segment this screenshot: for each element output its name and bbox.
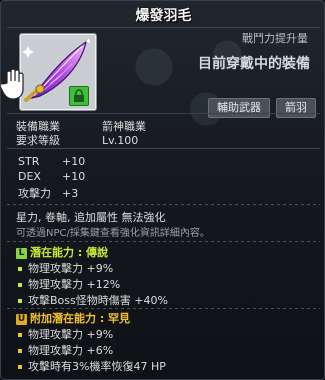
level-requirement-row: 要求等級 Lv.100: [16, 132, 138, 148]
additional-potential-header-text: 附加潛在能力 : 罕見: [30, 312, 131, 325]
additional-potential-line-text: 物理攻擊力 +9%: [28, 328, 114, 341]
stat-name: STR: [18, 155, 40, 168]
additional-potential-line: 攻擊時有3%機率恢復47 HP: [18, 358, 166, 374]
stat-row: STR +10: [18, 155, 85, 168]
item-tooltip: 爆發羽毛 戰鬥力提升量 目前穿戴中的裝備 輔助武器 箭羽 裝備職業 箭神職業 要…: [0, 0, 325, 380]
divider: [7, 27, 320, 28]
bullet-icon: [18, 365, 22, 369]
bullet-icon: [18, 283, 22, 287]
potential-line-text: 物理攻擊力 +12%: [28, 278, 121, 291]
stat-value: +10: [62, 155, 86, 168]
divider: [7, 113, 320, 114]
additional-potential-line-text: 物理攻擊力 +6%: [28, 344, 114, 357]
dashed-divider: [7, 241, 320, 242]
upgrade-restriction-text: 星力, 卷軸, 追加屬性 無法強化: [16, 211, 166, 224]
green-potential-lock-icon: [69, 86, 89, 106]
potential-line: 物理攻擊力 +12%: [18, 276, 120, 292]
stat-row: 攻擊力 +3: [18, 185, 78, 201]
potential-line-text: 攻擊Boss怪物時傷害 +40%: [28, 294, 168, 307]
upgrade-hint-text: 可透過NPC/採集鍵查看強化資訊詳細內容。: [16, 228, 210, 239]
divider: [7, 148, 320, 149]
potential-header: L 潛在能力 : 傳說: [16, 244, 108, 260]
stat-name: DEX: [18, 170, 41, 183]
bullet-icon: [18, 333, 22, 337]
potential-line: 物理攻擊力 +9%: [18, 260, 113, 276]
additional-potential-line-text: 攻擊時有3%機率恢復47 HP: [28, 360, 166, 373]
bullet-icon: [18, 299, 22, 303]
item-name: 爆發羽毛: [135, 8, 192, 24]
additional-potential-line: 物理攻擊力 +6%: [18, 342, 113, 358]
additional-potential-line: 物理攻擊力 +9%: [18, 326, 113, 342]
dashed-divider: [7, 204, 320, 205]
stat-name: 攻擊力: [18, 187, 51, 200]
stat-value: +10: [62, 170, 86, 183]
type-badge: 箭羽: [276, 98, 316, 118]
hand-cursor-icon: [1, 67, 31, 101]
equipped-status-label: 目前穿戴中的裝備: [198, 56, 310, 72]
unique-grade-icon: U: [16, 313, 27, 325]
potential-header-text: 潛在能力 : 傳說: [30, 246, 109, 259]
category-badge: 輔助武器: [208, 98, 270, 118]
bullet-icon: [18, 267, 22, 271]
potential-line-text: 物理攻擊力 +9%: [28, 262, 114, 275]
additional-potential-header: U 附加潛在能力 : 罕見: [16, 310, 130, 326]
bullet-icon: [18, 349, 22, 353]
potential-line: 攻擊Boss怪物時傷害 +40%: [18, 292, 168, 308]
stat-value: +3: [62, 187, 79, 200]
level-value: Lv.100: [102, 134, 139, 147]
level-label: 要求等級: [16, 134, 60, 147]
stat-row: DEX +10: [18, 170, 85, 183]
combat-power-label: 戰鬥力提升量: [242, 32, 308, 45]
legendary-grade-icon: L: [16, 247, 27, 259]
dashed-divider: [7, 308, 320, 309]
